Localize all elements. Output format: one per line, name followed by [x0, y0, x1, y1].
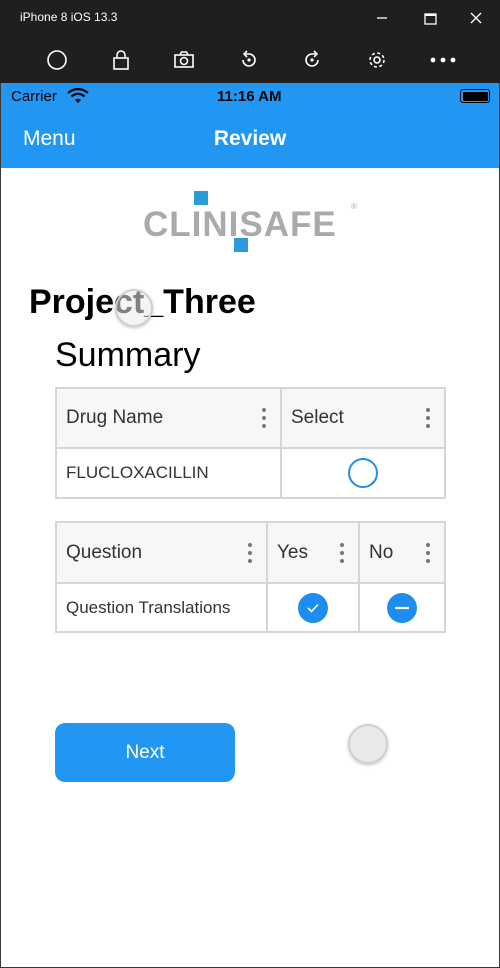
device-screen: Carrier 11:16 AM Menu Review CLINISAFE ®… — [0, 83, 500, 968]
checkmark-icon — [307, 603, 319, 613]
next-button[interactable]: Next — [55, 723, 235, 782]
table-header-drug-name: Drug Name — [57, 389, 282, 449]
table-row: FLUCLOXACILLIN — [57, 449, 282, 497]
emulator-toolbar — [0, 36, 500, 83]
battery-icon — [460, 89, 490, 103]
yes-cell — [268, 584, 360, 631]
column-menu-icon[interactable] — [426, 408, 430, 428]
page-title: Review — [213, 127, 287, 150]
column-menu-icon[interactable] — [248, 542, 252, 563]
settings-icon[interactable] — [363, 46, 391, 74]
rotate-right-icon[interactable] — [298, 46, 326, 74]
navigation-bar: Menu Review — [1, 110, 499, 168]
drug-table: Drug Name Select FLUCLOXACILLIN — [55, 387, 446, 499]
minus-icon — [395, 606, 409, 609]
no-cell — [360, 584, 444, 631]
lock-icon[interactable] — [107, 46, 135, 74]
table-header-question: Question — [57, 523, 268, 584]
logo-square-bottom — [234, 238, 248, 252]
header-label: Drug Name — [66, 407, 164, 428]
wifi-icon — [67, 87, 89, 108]
header-label: No — [369, 541, 394, 563]
question-table: Question Yes No Question Translations — [55, 521, 446, 633]
window-titlebar: iPhone 8 iOS 13.3 — [0, 0, 500, 36]
status-time: 11:16 AM — [217, 88, 282, 105]
no-indeterminate-radio[interactable] — [387, 592, 417, 623]
touch-indicator — [348, 724, 388, 764]
yes-checked-radio[interactable] — [298, 592, 328, 623]
summary-heading: Summary — [55, 336, 201, 374]
home-icon[interactable] — [43, 46, 71, 74]
clinisafe-logo: CLINISAFE ® — [141, 189, 361, 259]
minimize-icon[interactable] — [370, 6, 394, 30]
screenshot-icon[interactable] — [170, 46, 198, 74]
window-title: iPhone 8 iOS 13.3 — [20, 10, 118, 24]
question-cell: Question Translations — [66, 597, 231, 617]
column-menu-icon[interactable] — [262, 408, 266, 428]
header-label: Question — [66, 541, 143, 563]
select-radio[interactable] — [348, 458, 378, 488]
header-label: Select — [291, 407, 344, 428]
touch-indicator — [115, 289, 153, 327]
maximize-icon[interactable] — [418, 6, 442, 30]
column-menu-icon[interactable] — [426, 542, 430, 563]
logo-square-top — [194, 191, 208, 205]
status-bar: Carrier 11:16 AM — [1, 83, 499, 110]
rotate-left-icon[interactable] — [235, 46, 263, 74]
header-label: Yes — [277, 541, 308, 563]
more-icon[interactable] — [429, 46, 457, 74]
table-row: Question Translations — [57, 584, 268, 631]
table-header-no: No — [360, 523, 444, 584]
carrier-label: Carrier — [11, 88, 57, 105]
table-header-yes: Yes — [268, 523, 360, 584]
drug-name-cell: FLUCLOXACILLIN — [66, 463, 209, 482]
table-header-select: Select — [282, 389, 444, 449]
column-menu-icon[interactable] — [340, 542, 344, 563]
close-icon[interactable] — [464, 6, 488, 30]
select-cell — [282, 449, 444, 497]
logo-registered-mark: ® — [351, 202, 357, 211]
